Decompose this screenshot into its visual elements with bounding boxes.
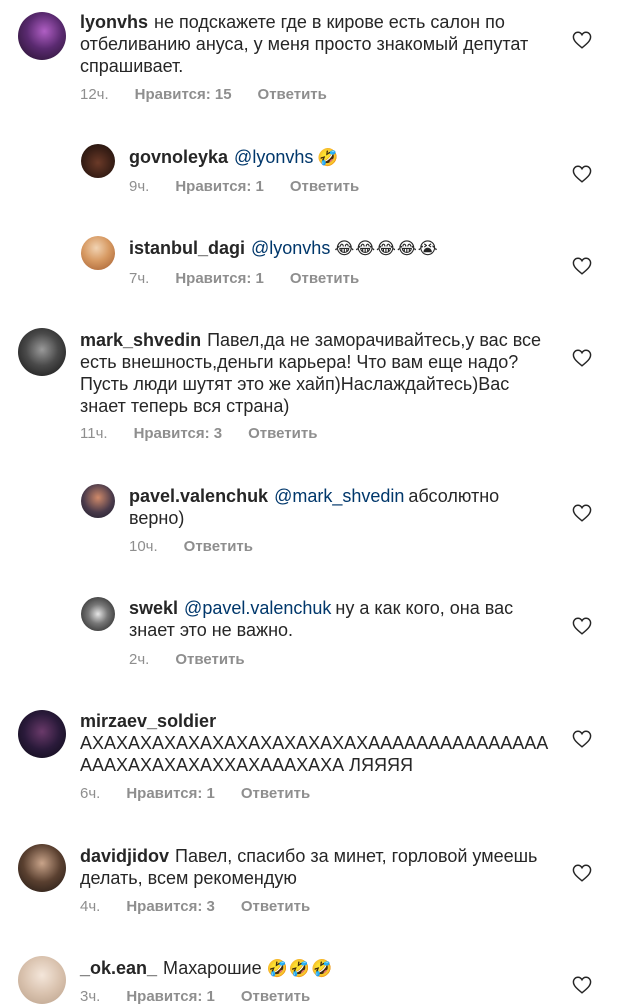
- username-link[interactable]: davidjidov: [80, 846, 169, 866]
- comment-meta: 6ч. Нравится: 1 Ответить: [80, 785, 310, 802]
- username-link[interactable]: mirzaev_soldier: [80, 711, 216, 731]
- timestamp: 12ч.: [80, 86, 109, 103]
- comment-meta: 7ч. Нравится: 1 Ответить: [129, 270, 359, 287]
- avatar[interactable]: [81, 597, 115, 631]
- timestamp: 11ч.: [80, 425, 108, 442]
- reply-button[interactable]: Ответить: [290, 270, 359, 287]
- comment-meta: 3ч. Нравится: 1 Ответить: [80, 988, 310, 1005]
- heart-outline-icon[interactable]: [572, 349, 592, 367]
- reply-button[interactable]: Ответить: [290, 178, 359, 195]
- comment-meta: 9ч. Нравится: 1 Ответить: [129, 178, 359, 195]
- reply-button[interactable]: Ответить: [184, 538, 253, 555]
- avatar[interactable]: [18, 956, 66, 1004]
- comment-text: mark_shvedin Павел,да не заморачивайтесь,…: [80, 329, 550, 417]
- comment-meta: 4ч. Нравится: 3 Ответить: [80, 898, 310, 915]
- timestamp: 7ч.: [129, 270, 150, 287]
- reply-button[interactable]: Ответить: [241, 785, 310, 802]
- likes-count-link[interactable]: Нравится: 1: [126, 785, 215, 802]
- likes-count-link[interactable]: Нравится: 15: [135, 86, 232, 103]
- heart-outline-icon[interactable]: [572, 976, 592, 994]
- likes-count-link[interactable]: Нравится: 1: [175, 178, 264, 195]
- avatar[interactable]: [18, 328, 66, 376]
- emoji: 🤣: [317, 148, 340, 167]
- emoji: 🤣🤣🤣: [266, 959, 334, 978]
- comment-text: davidjidov Павел, спасибо за минет, горло…: [80, 845, 550, 889]
- avatar[interactable]: [81, 236, 115, 270]
- username-link[interactable]: _ok.ean_: [80, 958, 157, 978]
- username-link[interactable]: mark_shvedin: [80, 330, 201, 350]
- heart-outline-icon[interactable]: [572, 864, 592, 882]
- timestamp: 9ч.: [129, 178, 150, 195]
- comment-meta: 2ч. Ответить: [129, 651, 245, 668]
- timestamp: 4ч.: [80, 898, 101, 915]
- heart-outline-icon[interactable]: [572, 504, 592, 522]
- avatar[interactable]: [18, 12, 66, 60]
- heart-outline-icon[interactable]: [572, 257, 592, 275]
- reply-button[interactable]: Ответить: [241, 988, 310, 1005]
- mention-link[interactable]: @lyonvhs: [234, 147, 313, 167]
- username-link[interactable]: lyonvhs: [80, 12, 148, 32]
- mention-link[interactable]: @mark_shvedin: [274, 486, 404, 506]
- username-link[interactable]: pavel.valenchuk: [129, 486, 268, 506]
- mention-link[interactable]: @pavel.valenchuk: [184, 598, 331, 618]
- comment-text: _ok.ean_ Махарошие 🤣🤣🤣: [80, 957, 550, 980]
- comment-text: lyonvhs не подскажете где в кирове есть с…: [80, 11, 550, 77]
- avatar[interactable]: [18, 710, 66, 758]
- likes-count-link[interactable]: Нравится: 3: [134, 425, 223, 442]
- likes-count-link[interactable]: Нравится: 1: [175, 270, 264, 287]
- emoji: 😂😂😂😂😭: [334, 239, 439, 258]
- timestamp: 2ч.: [129, 651, 150, 668]
- username-link[interactable]: istanbul_dagi: [129, 238, 245, 258]
- username-link[interactable]: swekl: [129, 598, 178, 618]
- comment-body: АХАХАХАХАХАХАХАХАХАХАХАХАААААААААААААААА…: [80, 733, 549, 775]
- comment-text: govnoleyka @lyonvhs 🤣: [129, 146, 549, 169]
- avatar[interactable]: [81, 484, 115, 518]
- username-link[interactable]: govnoleyka: [129, 147, 228, 167]
- timestamp: 6ч.: [80, 785, 101, 802]
- heart-outline-icon[interactable]: [572, 730, 592, 748]
- comment-meta: 11ч. Нравится: 3 Ответить: [80, 425, 317, 442]
- reply-button[interactable]: Ответить: [175, 651, 244, 668]
- comment-meta: 10ч. Ответить: [129, 538, 253, 555]
- likes-count-link[interactable]: Нравится: 3: [126, 898, 215, 915]
- comment-text: swekl @pavel.valenchuk ну а как кого, она …: [129, 597, 549, 641]
- comment-text: istanbul_dagi @lyonvhs 😂😂😂😂😭: [129, 237, 549, 260]
- comment-text: mirzaev_soldier АХАХАХАХАХАХАХАХАХАХАХАХА…: [80, 710, 550, 776]
- heart-outline-icon[interactable]: [572, 31, 592, 49]
- reply-button[interactable]: Ответить: [248, 425, 317, 442]
- heart-outline-icon[interactable]: [572, 165, 592, 183]
- heart-outline-icon[interactable]: [572, 617, 592, 635]
- avatar[interactable]: [18, 844, 66, 892]
- avatar[interactable]: [81, 144, 115, 178]
- reply-button[interactable]: Ответить: [241, 898, 310, 915]
- reply-button[interactable]: Ответить: [258, 86, 327, 103]
- mention-link[interactable]: @lyonvhs: [251, 238, 330, 258]
- comment-text: pavel.valenchuk @mark_shvedin абсолютно ве…: [129, 485, 549, 529]
- likes-count-link[interactable]: Нравится: 1: [126, 988, 215, 1005]
- comment-body: Махарошие: [163, 958, 262, 978]
- timestamp: 10ч.: [129, 538, 158, 555]
- comment-meta: 12ч. Нравится: 15 Ответить: [80, 86, 327, 103]
- timestamp: 3ч.: [80, 988, 101, 1005]
